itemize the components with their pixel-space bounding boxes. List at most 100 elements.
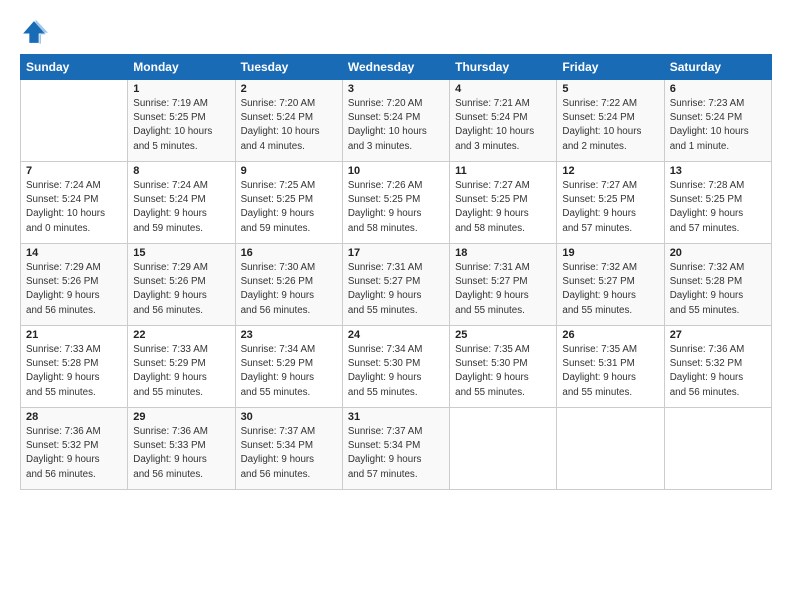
day-info: Sunrise: 7:24 AM Sunset: 5:24 PM Dayligh… bbox=[26, 179, 122, 236]
cell-w2-d7: 13 Sunrise: 7:28 AM Sunset: 5:25 PM Dayli… bbox=[664, 162, 771, 244]
day-number: 13 bbox=[670, 165, 766, 177]
day-number: 15 bbox=[133, 247, 229, 259]
cell-w1-d1 bbox=[21, 80, 128, 162]
cell-w1-d7: 6 Sunrise: 7:23 AM Sunset: 5:24 PM Daylig… bbox=[664, 80, 771, 162]
day-info: Sunrise: 7:28 AM Sunset: 5:25 PM Dayligh… bbox=[670, 179, 766, 236]
week-row-2: 7 Sunrise: 7:24 AM Sunset: 5:24 PM Daylig… bbox=[21, 162, 772, 244]
day-number: 14 bbox=[26, 247, 122, 259]
cell-w4-d1: 21 Sunrise: 7:33 AM Sunset: 5:28 PM Dayli… bbox=[21, 326, 128, 408]
day-number: 19 bbox=[562, 247, 658, 259]
cell-w2-d4: 10 Sunrise: 7:26 AM Sunset: 5:25 PM Dayli… bbox=[342, 162, 449, 244]
day-number: 28 bbox=[26, 411, 122, 423]
col-header-saturday: Saturday bbox=[664, 55, 771, 80]
day-info: Sunrise: 7:34 AM Sunset: 5:30 PM Dayligh… bbox=[348, 343, 444, 400]
cell-w4-d7: 27 Sunrise: 7:36 AM Sunset: 5:32 PM Dayli… bbox=[664, 326, 771, 408]
day-number: 21 bbox=[26, 329, 122, 341]
day-number: 18 bbox=[455, 247, 551, 259]
cell-w3-d6: 19 Sunrise: 7:32 AM Sunset: 5:27 PM Dayli… bbox=[557, 244, 664, 326]
cell-w2-d5: 11 Sunrise: 7:27 AM Sunset: 5:25 PM Dayli… bbox=[450, 162, 557, 244]
col-header-tuesday: Tuesday bbox=[235, 55, 342, 80]
day-info: Sunrise: 7:22 AM Sunset: 5:24 PM Dayligh… bbox=[562, 97, 658, 154]
cell-w3-d3: 16Sunrise: 7:30 AM Sunset: 5:26 PM Dayli… bbox=[235, 244, 342, 326]
cell-w1-d6: 5 Sunrise: 7:22 AM Sunset: 5:24 PM Daylig… bbox=[557, 80, 664, 162]
cell-w5-d6 bbox=[557, 408, 664, 490]
cell-w4-d5: 25 Sunrise: 7:35 AM Sunset: 5:30 PM Dayli… bbox=[450, 326, 557, 408]
cell-w1-d2: 1Sunrise: 7:19 AM Sunset: 5:25 PM Daylig… bbox=[128, 80, 235, 162]
cell-w3-d2: 15 Sunrise: 7:29 AM Sunset: 5:26 PM Dayli… bbox=[128, 244, 235, 326]
day-info: Sunrise: 7:32 AM Sunset: 5:28 PM Dayligh… bbox=[670, 261, 766, 318]
col-header-thursday: Thursday bbox=[450, 55, 557, 80]
day-number: 11 bbox=[455, 165, 551, 177]
cell-w3-d5: 18Sunrise: 7:31 AM Sunset: 5:27 PM Dayli… bbox=[450, 244, 557, 326]
week-row-3: 14 Sunrise: 7:29 AM Sunset: 5:26 PM Dayli… bbox=[21, 244, 772, 326]
day-number: 6 bbox=[670, 83, 766, 95]
day-info: Sunrise: 7:31 AM Sunset: 5:27 PM Dayligh… bbox=[348, 261, 444, 318]
cell-w5-d4: 31 Sunrise: 7:37 AM Sunset: 5:34 PM Dayli… bbox=[342, 408, 449, 490]
cell-w5-d1: 28 Sunrise: 7:36 AM Sunset: 5:32 PM Dayli… bbox=[21, 408, 128, 490]
day-info: Sunrise: 7:36 AM Sunset: 5:32 PM Dayligh… bbox=[26, 425, 122, 482]
cell-w4-d6: 26Sunrise: 7:35 AM Sunset: 5:31 PM Dayli… bbox=[557, 326, 664, 408]
day-info: Sunrise: 7:36 AM Sunset: 5:33 PM Dayligh… bbox=[133, 425, 229, 482]
header-row: SundayMondayTuesdayWednesdayThursdayFrid… bbox=[21, 55, 772, 80]
day-info: Sunrise: 7:24 AM Sunset: 5:24 PM Dayligh… bbox=[133, 179, 229, 236]
col-header-friday: Friday bbox=[557, 55, 664, 80]
day-info: Sunrise: 7:33 AM Sunset: 5:28 PM Dayligh… bbox=[26, 343, 122, 400]
day-info: Sunrise: 7:23 AM Sunset: 5:24 PM Dayligh… bbox=[670, 97, 766, 154]
day-info: Sunrise: 7:29 AM Sunset: 5:26 PM Dayligh… bbox=[26, 261, 122, 318]
cell-w5-d5 bbox=[450, 408, 557, 490]
day-number: 4 bbox=[455, 83, 551, 95]
day-number: 8 bbox=[133, 165, 229, 177]
cell-w1-d5: 4 Sunrise: 7:21 AM Sunset: 5:24 PM Daylig… bbox=[450, 80, 557, 162]
cell-w3-d7: 20Sunrise: 7:32 AM Sunset: 5:28 PM Dayli… bbox=[664, 244, 771, 326]
header bbox=[20, 18, 772, 46]
week-row-5: 28 Sunrise: 7:36 AM Sunset: 5:32 PM Dayli… bbox=[21, 408, 772, 490]
day-number: 26 bbox=[562, 329, 658, 341]
cell-w4-d2: 22 Sunrise: 7:33 AM Sunset: 5:29 PM Dayli… bbox=[128, 326, 235, 408]
day-number: 30 bbox=[241, 411, 337, 423]
logo bbox=[20, 18, 52, 46]
cell-w5-d2: 29 Sunrise: 7:36 AM Sunset: 5:33 PM Dayli… bbox=[128, 408, 235, 490]
day-info: Sunrise: 7:20 AM Sunset: 5:24 PM Dayligh… bbox=[348, 97, 444, 154]
day-number: 9 bbox=[241, 165, 337, 177]
logo-icon bbox=[20, 18, 48, 46]
day-info: Sunrise: 7:36 AM Sunset: 5:32 PM Dayligh… bbox=[670, 343, 766, 400]
day-number: 25 bbox=[455, 329, 551, 341]
day-number: 2 bbox=[241, 83, 337, 95]
day-info: Sunrise: 7:37 AM Sunset: 5:34 PM Dayligh… bbox=[241, 425, 337, 482]
day-number: 31 bbox=[348, 411, 444, 423]
day-number: 1 bbox=[133, 83, 229, 95]
day-info: Sunrise: 7:32 AM Sunset: 5:27 PM Dayligh… bbox=[562, 261, 658, 318]
col-header-monday: Monday bbox=[128, 55, 235, 80]
day-info: Sunrise: 7:35 AM Sunset: 5:30 PM Dayligh… bbox=[455, 343, 551, 400]
col-header-wednesday: Wednesday bbox=[342, 55, 449, 80]
cell-w3-d4: 17Sunrise: 7:31 AM Sunset: 5:27 PM Dayli… bbox=[342, 244, 449, 326]
day-info: Sunrise: 7:21 AM Sunset: 5:24 PM Dayligh… bbox=[455, 97, 551, 154]
day-info: Sunrise: 7:34 AM Sunset: 5:29 PM Dayligh… bbox=[241, 343, 337, 400]
week-row-1: 1Sunrise: 7:19 AM Sunset: 5:25 PM Daylig… bbox=[21, 80, 772, 162]
cell-w1-d4: 3Sunrise: 7:20 AM Sunset: 5:24 PM Daylig… bbox=[342, 80, 449, 162]
day-info: Sunrise: 7:20 AM Sunset: 5:24 PM Dayligh… bbox=[241, 97, 337, 154]
day-number: 27 bbox=[670, 329, 766, 341]
day-info: Sunrise: 7:37 AM Sunset: 5:34 PM Dayligh… bbox=[348, 425, 444, 482]
calendar-table: SundayMondayTuesdayWednesdayThursdayFrid… bbox=[20, 54, 772, 490]
day-info: Sunrise: 7:26 AM Sunset: 5:25 PM Dayligh… bbox=[348, 179, 444, 236]
day-number: 5 bbox=[562, 83, 658, 95]
week-row-4: 21 Sunrise: 7:33 AM Sunset: 5:28 PM Dayli… bbox=[21, 326, 772, 408]
day-number: 22 bbox=[133, 329, 229, 341]
day-number: 12 bbox=[562, 165, 658, 177]
day-info: Sunrise: 7:29 AM Sunset: 5:26 PM Dayligh… bbox=[133, 261, 229, 318]
day-info: Sunrise: 7:33 AM Sunset: 5:29 PM Dayligh… bbox=[133, 343, 229, 400]
day-number: 29 bbox=[133, 411, 229, 423]
cell-w2-d1: 7 Sunrise: 7:24 AM Sunset: 5:24 PM Daylig… bbox=[21, 162, 128, 244]
day-number: 7 bbox=[26, 165, 122, 177]
day-number: 23 bbox=[241, 329, 337, 341]
day-info: Sunrise: 7:30 AM Sunset: 5:26 PM Dayligh… bbox=[241, 261, 337, 318]
day-number: 24 bbox=[348, 329, 444, 341]
cell-w5-d7 bbox=[664, 408, 771, 490]
day-info: Sunrise: 7:27 AM Sunset: 5:25 PM Dayligh… bbox=[562, 179, 658, 236]
day-info: Sunrise: 7:27 AM Sunset: 5:25 PM Dayligh… bbox=[455, 179, 551, 236]
day-number: 10 bbox=[348, 165, 444, 177]
cell-w2-d3: 9Sunrise: 7:25 AM Sunset: 5:25 PM Daylig… bbox=[235, 162, 342, 244]
cell-w4-d3: 23 Sunrise: 7:34 AM Sunset: 5:29 PM Dayli… bbox=[235, 326, 342, 408]
cell-w2-d2: 8 Sunrise: 7:24 AM Sunset: 5:24 PM Daylig… bbox=[128, 162, 235, 244]
